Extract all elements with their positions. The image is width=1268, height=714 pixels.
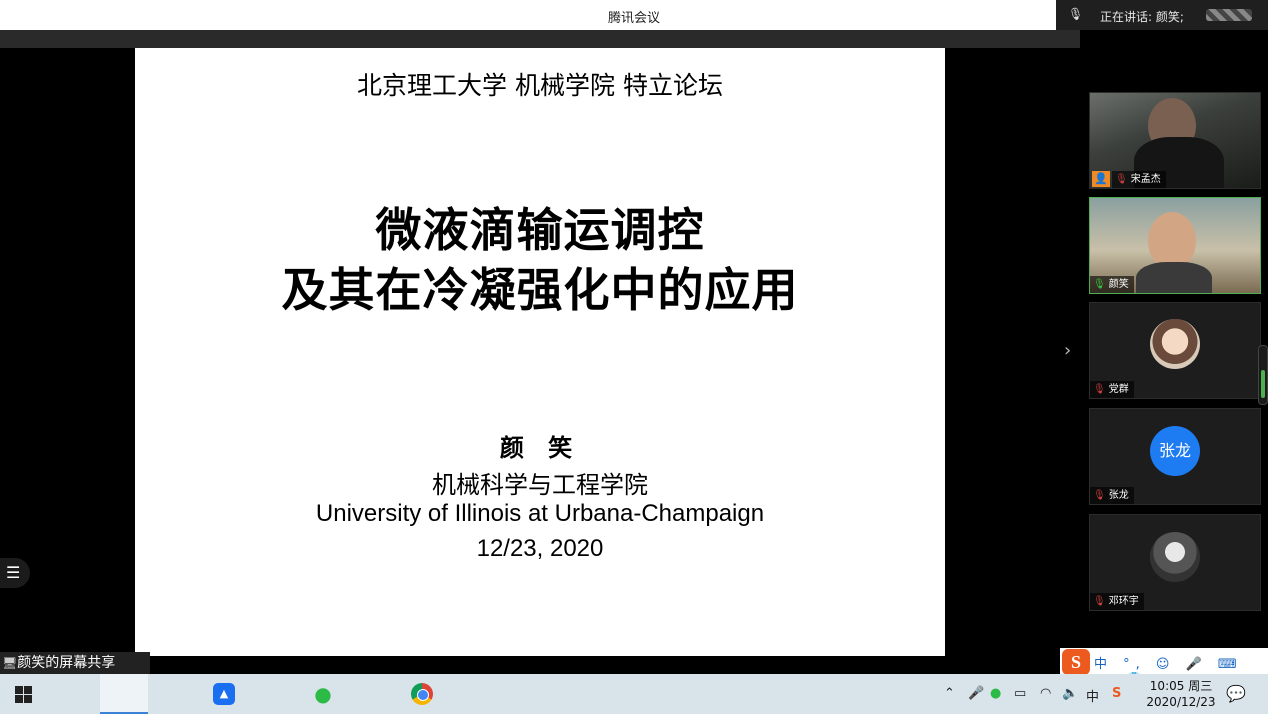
blurred-region [1206,9,1252,21]
user-icon: 👤 [1092,171,1110,187]
slide-title-line1: 微液滴输运调控 [375,203,705,257]
slide-author: 颜 笑 [499,434,581,462]
member-list-button[interactable]: ☰ [0,558,30,588]
avatar: 张龙 [1150,426,1200,476]
clock-date: 2020/12/23 [1146,695,1216,709]
volume-icon[interactable]: 🔈 [1062,686,1078,701]
mic-muted-icon: 🎙 [1093,490,1106,501]
slide-department: 机械科学与工程学院 [432,472,648,499]
file-explorer-button[interactable] [50,674,135,714]
tencent-meeting-button[interactable]: ▲ [100,674,235,714]
participant-name: 宋孟杰 [1130,174,1161,185]
participant-name: 颜笑 [1108,279,1129,290]
participant-name-tag: 🎙 宋孟杰 [1112,171,1166,188]
slide-date: 12/23, 2020 [476,535,604,562]
participant-name-tag: 🎙 颜笑 [1090,276,1134,293]
shared-slide: 北京理工大学 机械学院 特立论坛 微液滴输运调控 及其在冷凝强化中的应用 颜 笑… [135,48,945,656]
participant-tile-5[interactable]: 🎙 邓环宇 [1089,514,1261,611]
wechat-icon: ● [314,682,332,706]
panel-scrollbar[interactable] [1258,345,1268,405]
video-body [1136,262,1212,293]
top-strip [0,30,1080,48]
mic-muted-icon: 🎙 [1093,596,1106,607]
participant-name-tag: 🎙 邓环宇 [1090,593,1144,610]
mic-muted-icon: 🎙 [1093,384,1106,395]
avatar [1150,319,1200,369]
scrollbar-thumb[interactable] [1261,370,1265,398]
participant-name: 党群 [1108,384,1129,395]
screen-share-text: 颜笑的屏幕共享 [17,655,116,671]
start-button[interactable] [0,674,48,714]
input-language[interactable]: 中 [1086,686,1099,705]
wechat-button[interactable]: ● [150,674,331,714]
mic-active-icon: 🎙 [1093,279,1106,290]
ime-toolbar[interactable]: S 中 °, ☺ 🎤 ⌨ 👥 👕 ⊞ [1060,648,1268,687]
clock[interactable]: 10:05 周三 2020/12/23 [1138,678,1224,710]
screen-share-icon: 🖥 [2,656,18,670]
mic-icon: 🎙 [1068,7,1084,21]
chrome-icon [411,683,433,705]
windows-icon [15,686,32,703]
speaking-text: 正在讲话: 颜笑; [1100,10,1184,24]
mic-tray-icon[interactable]: 🎤 [968,686,984,701]
notification-icon[interactable]: 💬 [1226,684,1246,703]
show-hidden-icons-chevron-icon[interactable]: ⌃ [944,686,955,701]
screen-share-label: 🖥颜笑的屏幕共享 [0,652,150,674]
slide-title-line2: 及其在冷凝强化中的应用 [281,263,799,317]
participant-name: 邓环宇 [1108,596,1139,607]
participant-tile-3[interactable]: 🎙 党群 [1089,302,1261,399]
taskbar: ▲ ● ⌃ 🎤 ● ▭ ◠ 🔈 中 S 10:05 周三 2020/12/23 … [0,674,1268,714]
clock-time: 10:05 周三 [1149,679,1213,693]
collapse-panel-chevron-icon[interactable]: › [1064,340,1080,362]
speaking-indicator: 🎙 正在讲话: 颜笑; [1056,0,1268,30]
battery-icon[interactable]: ▭ [1014,686,1026,701]
wifi-icon[interactable]: ◠ [1040,686,1051,701]
participant-name: 张龙 [1108,490,1129,501]
participant-name-tag: 🎙 张龙 [1090,487,1134,504]
wechat-tray-icon[interactable]: ● [990,686,1001,701]
sogou-icon[interactable]: S [1062,649,1090,675]
mic-muted-icon: 🎙 [1115,174,1128,185]
avatar [1150,532,1200,582]
slide-header: 北京理工大学 机械学院 特立论坛 [357,71,723,100]
sogou-tray-icon[interactable]: S [1112,686,1121,701]
participant-tile-1[interactable]: 👤 🎙 宋孟杰 [1089,92,1261,189]
participant-tile-2[interactable]: 🎙 颜笑 [1089,197,1261,294]
list-icon: ☰ [6,563,21,582]
participant-tile-4[interactable]: 张龙 🎙 张龙 [1089,408,1261,505]
participant-name-tag: 🎙 党群 [1090,381,1134,398]
slide-university: University of Illinois at Urbana-Champai… [315,500,765,527]
chrome-button[interactable] [200,674,433,714]
